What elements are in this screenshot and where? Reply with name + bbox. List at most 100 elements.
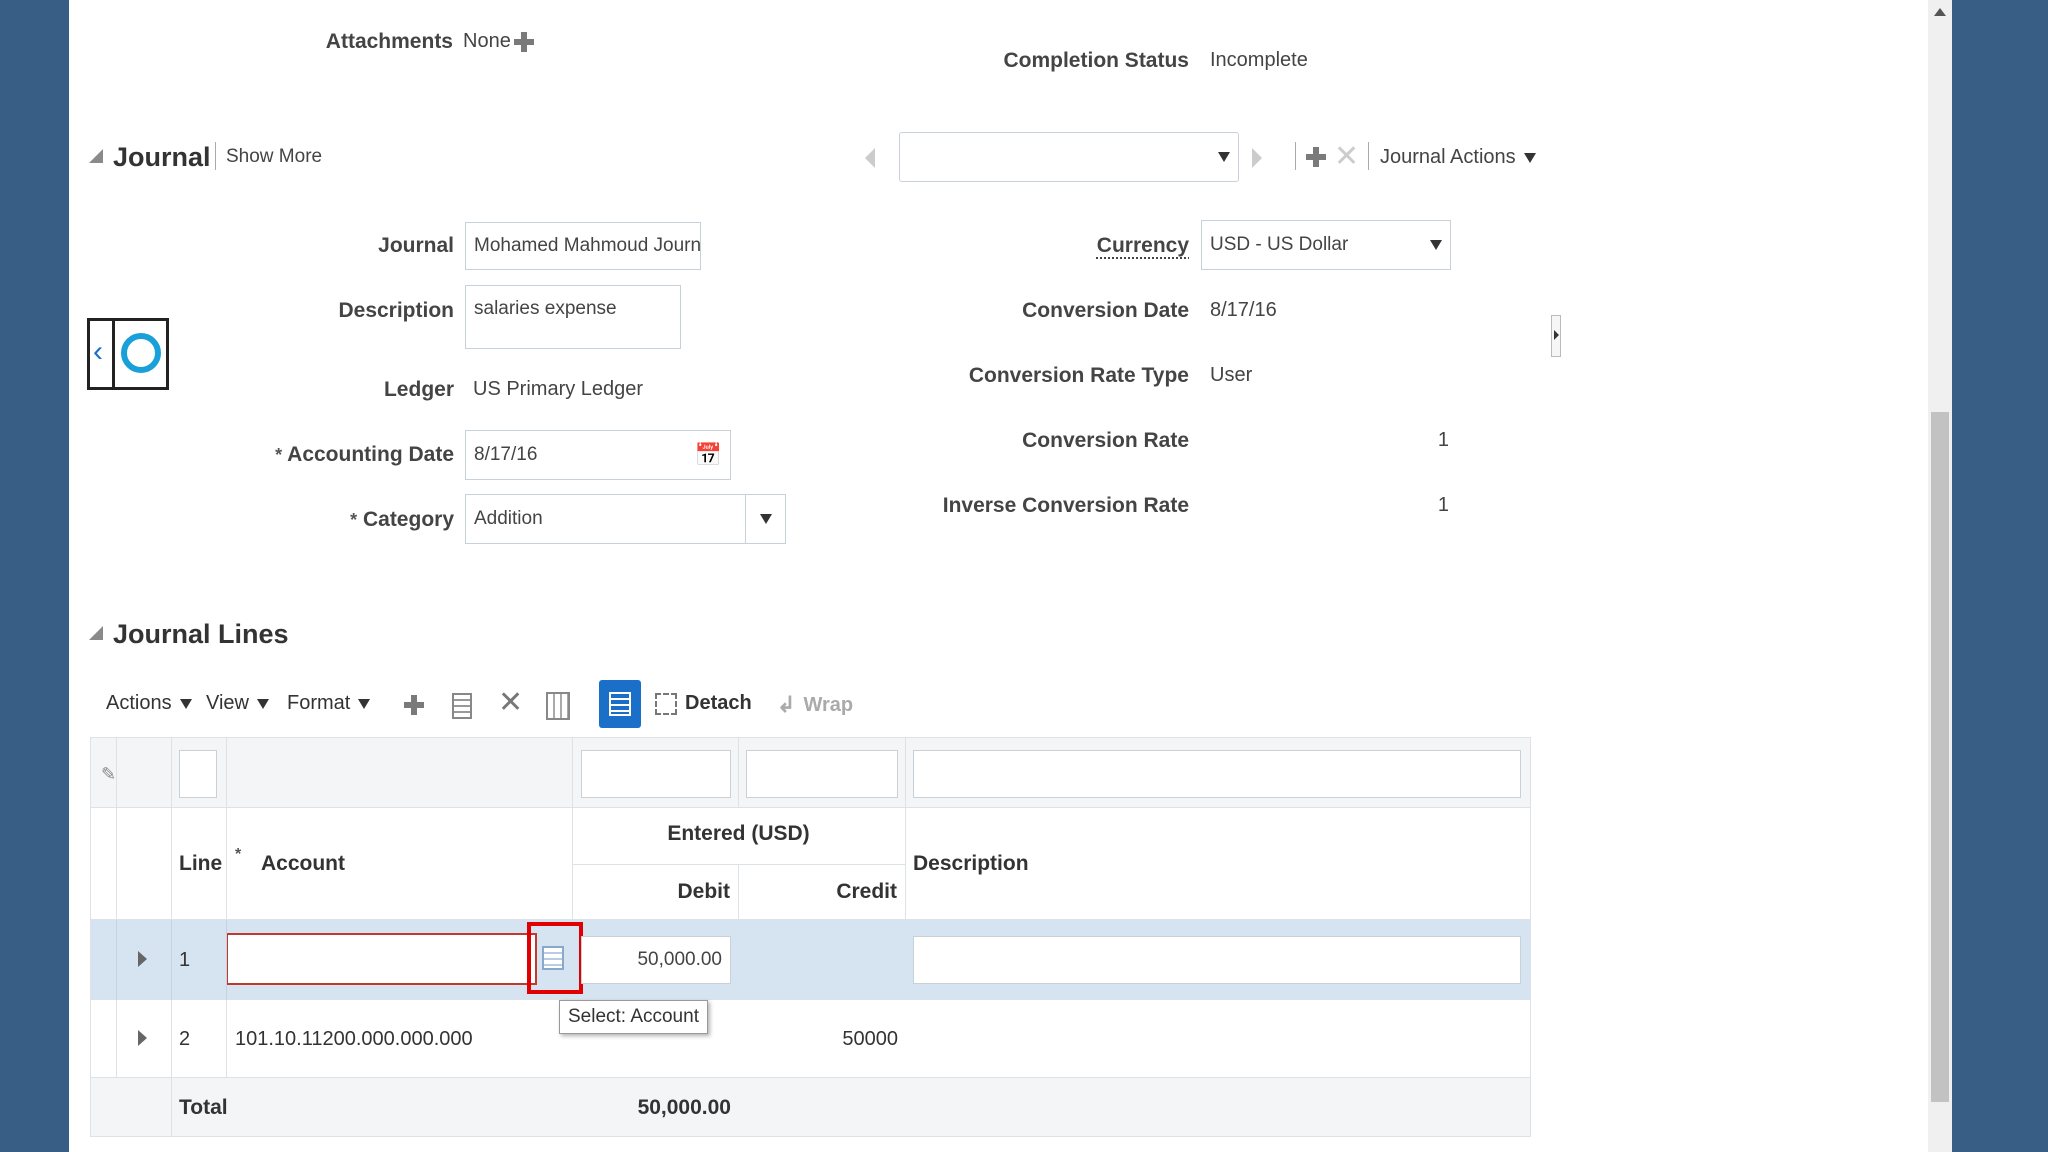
category-dropdown-button[interactable]	[745, 495, 785, 543]
currency-label: Currency	[1096, 234, 1189, 257]
journal-selector[interactable]	[899, 132, 1239, 182]
divider	[215, 142, 216, 170]
accounting-date-label: * Accounting Date	[229, 443, 454, 467]
chevron-down-icon	[358, 698, 371, 709]
debit-filter-input[interactable]	[581, 750, 731, 798]
currency-value: USD - US Dollar	[1210, 234, 1349, 255]
calendar-icon[interactable]: 📅	[695, 442, 722, 468]
main-panel: Attachments None Completion Status Incom…	[69, 0, 1952, 1152]
view-menu[interactable]: View	[206, 692, 269, 715]
column-header-credit[interactable]: Credit	[738, 880, 897, 904]
format-menu[interactable]: Format	[287, 692, 371, 715]
filter-icon	[609, 692, 631, 716]
completion-status-label: Completion Status	[1003, 49, 1189, 72]
delete-journal-icon[interactable]: ✕	[1334, 142, 1359, 172]
scrollbar-thumb[interactable]	[1931, 412, 1949, 1102]
currency-select[interactable]: USD - US Dollar	[1201, 220, 1451, 270]
divider	[1295, 142, 1296, 170]
add-journal-icon[interactable]	[1306, 147, 1326, 167]
duplicate-row-icon[interactable]	[452, 693, 472, 719]
account-tooltip: Select: Account	[559, 1000, 708, 1034]
next-icon[interactable]	[1252, 148, 1262, 168]
chevron-down-icon	[1523, 152, 1536, 163]
chevron-down-icon	[759, 514, 772, 524]
splitter-handle[interactable]	[1551, 315, 1561, 357]
journal-lines-section-title: Journal Lines	[113, 619, 289, 649]
column-header-description[interactable]: Description	[913, 852, 1029, 876]
detach-icon	[655, 692, 677, 715]
collapse-journal-lines-icon[interactable]	[89, 626, 103, 640]
category-value: Addition	[474, 508, 543, 529]
table-row[interactable]: 1 50,000.00	[91, 920, 1530, 1000]
conversion-rate-value: 1	[1437, 429, 1449, 451]
delete-row-icon[interactable]: ✕	[498, 688, 523, 718]
detach-button[interactable]: Detach	[655, 692, 752, 715]
show-more-link[interactable]: Show More	[226, 146, 322, 168]
line-filter-input[interactable]	[179, 750, 217, 798]
filter-row: ✎	[91, 738, 1530, 808]
expand-row-icon[interactable]	[138, 1030, 147, 1046]
previous-icon[interactable]	[865, 148, 875, 168]
actions-label: Actions	[106, 692, 172, 714]
column-header-line[interactable]: Line	[179, 852, 222, 876]
total-label: Total	[179, 1096, 228, 1119]
conversion-rate-label: Conversion Rate	[1022, 429, 1189, 452]
actions-menu[interactable]: Actions	[106, 692, 192, 715]
expand-row-icon[interactable]	[138, 951, 147, 967]
description-input[interactable]	[913, 936, 1521, 984]
scroll-up-icon[interactable]	[1934, 8, 1946, 16]
journal-lines-table: ✎ Line * Account Entered (USD) Debit Cre…	[90, 737, 1531, 1137]
add-attachment-icon[interactable]	[514, 32, 534, 52]
wrap-label: Wrap	[803, 693, 854, 716]
credit-filter-input[interactable]	[746, 750, 898, 798]
category-select[interactable]: Addition	[465, 494, 786, 544]
total-debit: 50,000.00	[637, 1096, 731, 1119]
freeze-icon[interactable]	[546, 692, 570, 720]
account-value[interactable]: 101.10.11200.000.000.000	[235, 1028, 473, 1051]
table-header: Line * Account Entered (USD) Debit Credi…	[91, 808, 1530, 920]
chevron-down-icon	[257, 698, 269, 709]
chevron-down-icon	[1218, 152, 1230, 162]
column-header-debit[interactable]: Debit	[572, 880, 731, 904]
table-row[interactable]: 2 101.10.11200.000.000.000 50000	[91, 1000, 1530, 1078]
journal-name-label: Journal	[378, 234, 454, 257]
chevron-down-icon	[1430, 240, 1442, 250]
conversion-date-label: Conversion Date	[1022, 299, 1189, 322]
add-row-icon[interactable]	[404, 695, 424, 715]
accounting-date-label-text: Accounting Date	[287, 443, 454, 466]
line-number: 2	[179, 1028, 191, 1050]
description-textarea[interactable]: salaries expense	[465, 285, 681, 349]
account-search-icon[interactable]	[542, 946, 564, 970]
accounting-date-input[interactable]: 8/17/16 📅	[465, 430, 731, 480]
chevron-right-icon	[1554, 330, 1559, 340]
wrap-button[interactable]: ↲ Wrap	[777, 692, 853, 718]
description-filter-input[interactable]	[913, 750, 1521, 798]
line-number: 1	[179, 949, 191, 971]
column-header-account[interactable]: Account	[261, 852, 345, 876]
journal-name-input[interactable]: Mohamed Mahmoud Journ	[465, 222, 701, 270]
required-indicator: *	[235, 846, 242, 863]
credit-value[interactable]: 50000	[746, 1028, 898, 1051]
chevron-left-icon: ‹	[93, 335, 103, 368]
ledger-label: Ledger	[383, 378, 454, 401]
collapse-journal-icon[interactable]	[89, 149, 103, 163]
category-label: * Category	[269, 508, 454, 532]
conversion-date-value: 8/17/16	[1210, 299, 1277, 321]
journal-actions-label: Journal Actions	[1380, 146, 1516, 168]
edit-icon: ✎	[101, 764, 117, 784]
query-by-example-button[interactable]	[599, 680, 641, 728]
journal-actions-menu[interactable]: Journal Actions	[1380, 146, 1536, 169]
view-label: View	[206, 692, 249, 714]
account-input[interactable]	[227, 933, 537, 985]
journal-section-title: Journal	[113, 142, 211, 172]
chevron-down-icon	[179, 698, 192, 709]
vertical-scrollbar[interactable]	[1928, 0, 1952, 1152]
required-indicator: *	[350, 510, 358, 530]
inverse-conversion-rate-label: Inverse Conversion Rate	[942, 494, 1189, 517]
oracle-logo-icon	[121, 333, 161, 373]
divider	[1368, 142, 1369, 170]
accounting-date-value: 8/17/16	[474, 444, 538, 465]
side-panel-toggle[interactable]: ‹	[87, 318, 169, 390]
completion-status-value: Incomplete	[1210, 49, 1308, 71]
debit-input[interactable]: 50,000.00	[581, 936, 731, 984]
